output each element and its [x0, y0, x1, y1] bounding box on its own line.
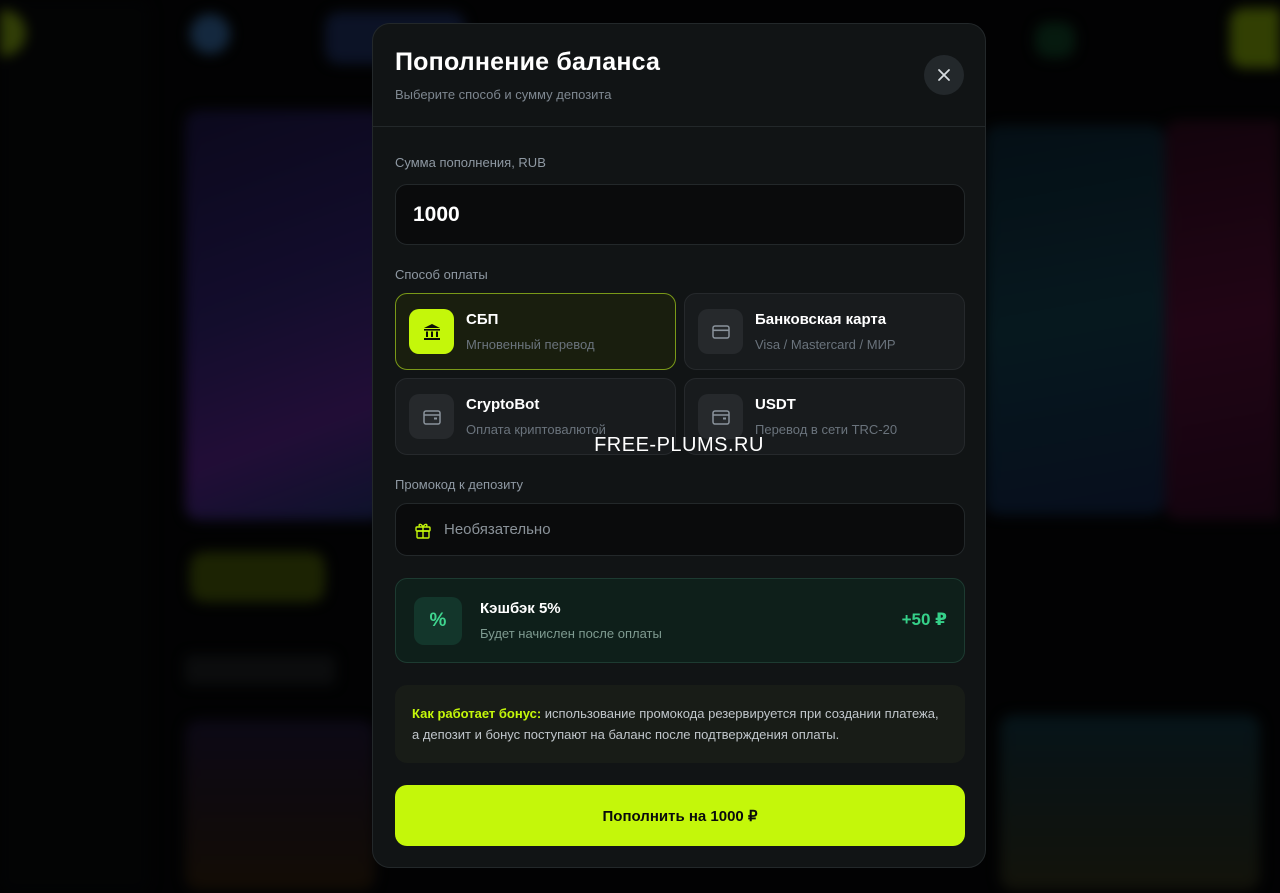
gift-icon: [415, 523, 431, 539]
bank-icon: [409, 309, 454, 354]
card-icon: [698, 309, 743, 354]
deposit-modal: Пополнение баланса Выберите способ и сум…: [372, 23, 986, 868]
payment-method-card[interactable]: Банковская карта Visa / Mastercard / МИР: [684, 293, 965, 370]
wallet-icon: [409, 394, 454, 439]
cashback-title: Кэшбэк 5%: [480, 600, 561, 617]
method-desc: Мгновенный перевод: [466, 337, 595, 352]
method-desc: Оплата криптовалютой: [466, 422, 606, 437]
method-name: USDT: [755, 396, 796, 413]
bonus-info: Как работает бонус: использование промок…: [395, 685, 965, 763]
close-icon: [938, 69, 950, 81]
wallet-icon: [698, 394, 743, 439]
method-desc: Visa / Mastercard / МИР: [755, 337, 896, 352]
modal-header: Пополнение баланса Выберите способ и сум…: [373, 24, 985, 127]
method-name: Банковская карта: [755, 311, 887, 328]
deposit-submit-button[interactable]: Пополнить на 1000 ₽: [395, 785, 965, 846]
method-desc: Перевод в сети TRC-20: [755, 422, 898, 437]
method-name: СБП: [466, 311, 499, 328]
amount-input[interactable]: 1000: [395, 184, 965, 245]
modal-title: Пополнение баланса: [395, 48, 661, 76]
cashback-amount: +50 ₽: [901, 610, 947, 629]
promo-field-container: [395, 503, 965, 556]
promo-label: Промокод к депозиту: [395, 477, 524, 492]
promo-input[interactable]: [444, 504, 944, 555]
close-button[interactable]: [924, 55, 964, 95]
percent-icon: %: [414, 597, 462, 645]
payment-method-label: Способ оплаты: [395, 267, 488, 282]
cashback-card: % Кэшбэк 5% Будет начислен после оплаты …: [395, 578, 965, 663]
modal-subtitle: Выберите способ и сумму депозита: [395, 87, 612, 102]
amount-label: Сумма пополнения, RUB: [395, 155, 546, 170]
payment-method-usdt[interactable]: USDT Перевод в сети TRC-20: [684, 378, 965, 455]
payment-method-sbp[interactable]: СБП Мгновенный перевод: [395, 293, 676, 370]
payment-method-cryptobot[interactable]: CryptoBot Оплата криптовалютой: [395, 378, 676, 455]
method-name: CryptoBot: [466, 396, 540, 413]
cashback-desc: Будет начислен после оплаты: [480, 626, 662, 641]
bonus-info-title: Как работает бонус:: [412, 706, 542, 721]
